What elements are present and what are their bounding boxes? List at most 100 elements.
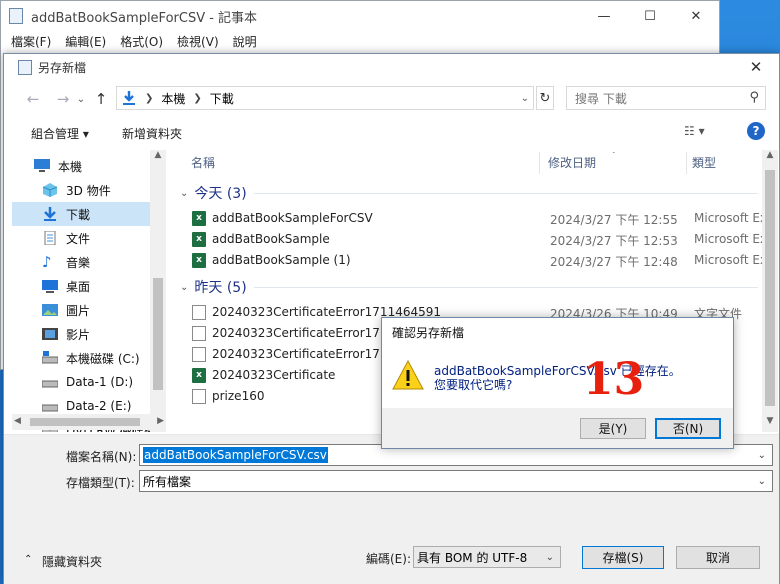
column-type[interactable]: 類型: [692, 154, 716, 171]
file-type: Microsoft Ex: [694, 232, 764, 246]
scroll-up-icon[interactable]: ▲: [150, 150, 166, 166]
excel-icon: x: [192, 368, 206, 383]
menu-file[interactable]: 檔案(F): [11, 33, 51, 50]
sidebar-item-drive-c[interactable]: 本機磁碟 (C:): [42, 346, 166, 370]
up-arrow-icon[interactable]: ↑: [90, 90, 112, 108]
close-button[interactable]: ✕: [673, 1, 719, 31]
scroll-left-icon[interactable]: ◀: [14, 416, 21, 426]
desktop-icon: [42, 280, 58, 293]
back-arrow-icon[interactable]: ←: [22, 90, 44, 108]
chevron-up-icon[interactable]: ⌃: [24, 554, 32, 565]
file-date: 2024/3/27 下午 12:55: [550, 213, 678, 227]
sidebar-item-label: Data-1 (D:): [66, 375, 134, 389]
sidebar-item-label: 本機磁碟 (C:): [66, 351, 140, 366]
text-file-icon: [192, 305, 206, 320]
view-options-icon[interactable]: ☷ ▾: [684, 124, 705, 138]
hide-folders-button[interactable]: 隱藏資料夾: [42, 553, 102, 570]
breadcrumb-this-pc[interactable]: 本機: [161, 90, 185, 107]
forward-arrow-icon[interactable]: →: [52, 90, 74, 108]
sidebar-item-label: 3D 物件: [66, 183, 111, 198]
menu-view[interactable]: 檢視(V): [177, 33, 219, 50]
breadcrumb-separator-icon: ❯: [145, 92, 154, 104]
sidebar-item-label: 文件: [66, 231, 91, 246]
filename-value: addBatBookSampleForCSV.csv: [143, 447, 328, 463]
sidebar-item-documents[interactable]: 文件: [42, 226, 166, 250]
picture-icon: [42, 304, 58, 316]
chevron-down-icon[interactable]: ⌄: [521, 93, 529, 104]
sidebar-item-downloads[interactable]: 下載: [12, 202, 154, 226]
file-type: Microsoft Ex: [694, 211, 764, 225]
cancel-button[interactable]: 取消: [676, 546, 760, 569]
chevron-down-icon: ⌄: [757, 475, 766, 487]
download-icon: [123, 91, 135, 105]
sidebar-item-drive-d[interactable]: Data-1 (D:): [42, 370, 166, 394]
drive-icon: [42, 351, 58, 364]
chevron-down-icon: ⌄: [180, 281, 189, 293]
save-button[interactable]: 存檔(S): [582, 546, 664, 569]
scroll-down-icon[interactable]: ▼: [762, 416, 778, 432]
refresh-button[interactable]: ↻: [536, 86, 554, 110]
address-bar[interactable]: ❯ 本機 ❯ 下載 ⌄: [116, 86, 534, 110]
no-button[interactable]: 否(N): [655, 418, 721, 439]
file-row[interactable]: x addBatBookSample 2024/3/27 下午 12:53 Mi…: [192, 229, 764, 250]
group-header-today[interactable]: ⌄ 今天 (3): [180, 183, 247, 203]
sort-chevron-icon: ⌄: [610, 152, 618, 156]
minimize-button[interactable]: —: [581, 1, 627, 31]
file-row[interactable]: x addBatBookSample (1) 2024/3/27 下午 12:4…: [192, 250, 764, 271]
sidebar-scrollbar[interactable]: ▲ ▼: [150, 150, 166, 432]
filetype-value: 所有檔案: [143, 474, 192, 489]
encoding-select[interactable]: 具有 BOM 的 UTF-8 ⌄: [413, 546, 561, 568]
dialog-title: 另存新檔: [38, 60, 87, 75]
warning-icon: [392, 360, 424, 390]
breadcrumb-separator-icon: ❯: [193, 92, 202, 104]
file-name: prize160: [212, 389, 265, 403]
scroll-up-icon[interactable]: ▲: [762, 150, 778, 166]
scroll-thumb[interactable]: [765, 170, 775, 406]
help-icon[interactable]: ?: [747, 122, 765, 140]
notepad-icon: [9, 8, 23, 24]
new-folder-button[interactable]: 新增資料夾: [122, 125, 182, 142]
file-name: addBatBookSampleForCSV: [212, 211, 373, 225]
sidebar-item-label: 圖片: [66, 303, 91, 318]
sidebar-item-3d-objects[interactable]: 3D 物件: [42, 178, 166, 202]
sidebar-item-videos[interactable]: 影片: [42, 322, 166, 346]
sidebar-item-this-pc[interactable]: 本機: [34, 154, 166, 178]
sidebar-item-music[interactable]: ♪ 音樂: [42, 250, 166, 274]
dialog-titlebar: 另存新檔: [4, 54, 779, 80]
maximize-button[interactable]: ☐: [627, 1, 673, 31]
step-annotation: 13: [583, 354, 645, 405]
drive-icon: [42, 380, 58, 388]
search-input[interactable]: 搜尋 下載 ⚲: [566, 86, 766, 110]
chevron-down-icon[interactable]: ⌄: [758, 450, 766, 461]
file-row[interactable]: x addBatBookSampleForCSV 2024/3/27 下午 12…: [192, 208, 764, 229]
recent-locations-icon[interactable]: ⌄: [74, 94, 88, 105]
menu-edit[interactable]: 編輯(E): [65, 33, 106, 50]
file-type: Microsoft Ex: [694, 253, 764, 267]
file-name: addBatBookSample (1): [212, 253, 351, 267]
encoding-value: 具有 BOM 的 UTF-8: [417, 550, 528, 565]
breadcrumb-downloads[interactable]: 下載: [210, 90, 234, 107]
group-header-yesterday[interactable]: ⌄ 昨天 (5): [180, 277, 247, 297]
video-icon: [42, 328, 58, 340]
sidebar-item-pictures[interactable]: 圖片: [42, 298, 166, 322]
scroll-thumb[interactable]: [30, 418, 140, 426]
scroll-thumb[interactable]: [153, 278, 163, 390]
sidebar-item-label: 下載: [66, 207, 91, 222]
sidebar-item-desktop[interactable]: 桌面: [42, 274, 166, 298]
column-name[interactable]: 名稱: [191, 154, 215, 171]
dialog-toolbar: 組合管理 ▾ 新增資料夾 ☷ ▾ ?: [4, 118, 779, 146]
search-placeholder: 搜尋 下載: [575, 91, 627, 106]
menu-help[interactable]: 說明: [233, 33, 257, 50]
file-icon: [192, 389, 206, 404]
encoding-label: 編碼(E):: [366, 552, 411, 566]
yes-button[interactable]: 是(Y): [580, 418, 646, 439]
notepad-icon: [18, 59, 32, 75]
sidebar-hscrollbar[interactable]: ◀ ▶: [12, 414, 166, 430]
filelist-scrollbar[interactable]: ▲ ▼: [762, 150, 778, 432]
scroll-right-icon[interactable]: ▶: [157, 416, 164, 426]
organize-button[interactable]: 組合管理 ▾: [31, 125, 89, 142]
column-date[interactable]: 修改日期: [548, 154, 596, 171]
filetype-select[interactable]: 所有檔案 ⌄: [139, 470, 773, 492]
menu-format[interactable]: 格式(O): [120, 33, 163, 50]
dialog-close-button[interactable]: ✕: [741, 56, 771, 78]
